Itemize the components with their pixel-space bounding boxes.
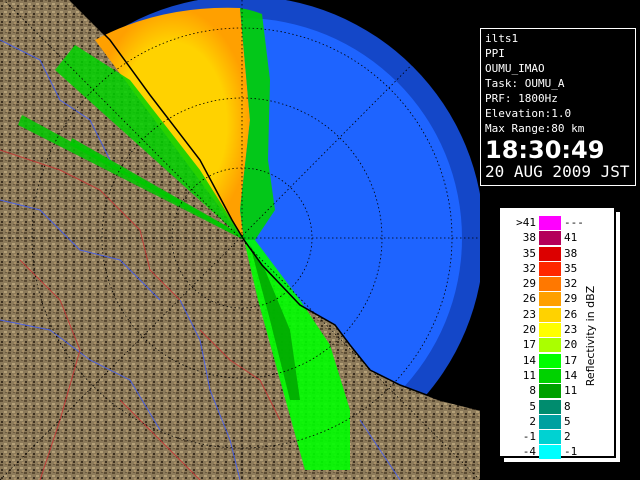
- scan-type: PPI: [485, 47, 505, 60]
- legend-swatch: [539, 338, 561, 353]
- legend-upper-bound: 41: [564, 231, 578, 245]
- legend-swatch: [539, 292, 561, 307]
- legend-lower-bound: 2: [529, 414, 536, 428]
- legend-upper-bound: -1: [564, 445, 578, 459]
- legend-upper-bound: 23: [564, 323, 578, 337]
- legend-lower-bound: 26: [522, 292, 536, 306]
- legend-upper-bound: 11: [564, 384, 578, 398]
- legend-upper-bound: 35: [564, 261, 578, 275]
- legend-lower-bound: 5: [529, 399, 536, 413]
- legend-swatch: [539, 399, 561, 414]
- legend-upper-bound: 32: [564, 277, 578, 291]
- elevation: Elevation:1.0: [485, 107, 572, 120]
- legend-swatch: [539, 307, 561, 322]
- legend-swatch: [539, 246, 561, 261]
- legend-lower-bound: -4: [522, 445, 536, 459]
- radar-map: [0, 0, 480, 480]
- legend-upper-bound: 29: [564, 292, 578, 306]
- legend-upper-bound: 2: [564, 430, 571, 444]
- legend-swatch: [539, 414, 561, 429]
- legend-swatch: [539, 277, 561, 292]
- legend-lower-bound: 20: [522, 323, 536, 337]
- legend-title: Reflectivity in dBZ: [584, 285, 597, 387]
- site-name: OUMU_IMAO: [485, 62, 545, 75]
- scan-time: 18:30:49: [485, 136, 605, 164]
- legend-lower-bound: >41: [516, 216, 536, 229]
- prf: PRF: 1800Hz: [485, 92, 558, 105]
- legend-swatch: [539, 430, 561, 445]
- legend-upper-bound: 26: [564, 307, 578, 321]
- legend-container: >41 --- 38 41 35 38 32 35 29 32 26 29 23 26 20 23 17 20 14…: [498, 206, 622, 464]
- legend-swatch: [539, 353, 561, 368]
- legend-swatch: [539, 216, 561, 230]
- color-legend: >41 --- 38 41 35 38 32 35 29 32 26 29 23 26 20 23 17 20 14…: [498, 206, 616, 460]
- legend-swatch: [539, 384, 561, 399]
- legend-upper-bound: 8: [564, 399, 571, 413]
- legend-swatch: [539, 368, 561, 383]
- legend-swatch: [539, 445, 561, 460]
- legend-lower-bound: -1: [522, 430, 536, 444]
- legend-swatch: [539, 231, 561, 246]
- legend-lower-bound: 8: [529, 384, 536, 398]
- legend-lower-bound: 38: [522, 231, 536, 245]
- legend-upper-bound: 17: [564, 353, 578, 367]
- legend-upper-bound: 38: [564, 246, 578, 260]
- legend-upper-bound: 14: [564, 368, 578, 382]
- legend-lower-bound: 23: [522, 307, 536, 321]
- legend-upper-bound: 20: [564, 338, 578, 352]
- legend-upper-bound: ---: [564, 216, 584, 229]
- legend-swatch: [539, 261, 561, 276]
- max-range: Max Range:80 km: [485, 122, 585, 135]
- station-name: ilts1: [485, 32, 519, 45]
- legend-lower-bound: 17: [522, 338, 536, 352]
- legend-lower-bound: 11: [522, 368, 536, 382]
- legend-lower-bound: 29: [522, 277, 536, 291]
- legend-swatch: [539, 323, 561, 338]
- scan-date: 20 AUG 2009 JST: [485, 162, 630, 181]
- legend-lower-bound: 35: [522, 246, 536, 260]
- info-panel: ilts1 PPI OUMU_IMAO Task: OUMU_A PRF: 18…: [480, 28, 636, 186]
- task-name: Task: OUMU_A: [485, 77, 565, 90]
- legend-lower-bound: 14: [522, 353, 536, 367]
- legend-lower-bound: 32: [522, 261, 536, 275]
- legend-upper-bound: 5: [564, 414, 571, 428]
